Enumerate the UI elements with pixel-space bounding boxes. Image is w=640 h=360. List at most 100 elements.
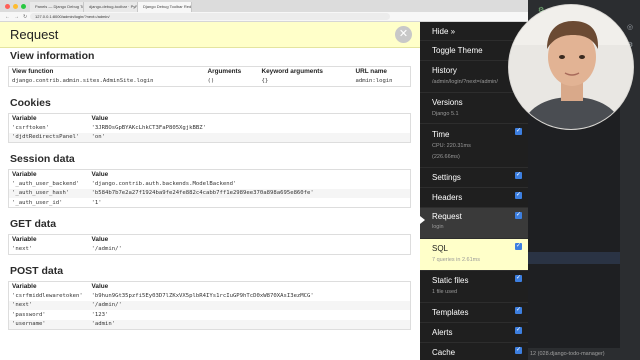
toolbar-versions[interactable]: Versions Django 5.1 xyxy=(420,93,528,124)
section-title-session: Session data xyxy=(10,152,75,165)
nav-buttons: ← → ↻ xyxy=(0,14,30,20)
maximize-window-icon[interactable] xyxy=(21,3,26,9)
tab-bar: Panels — Django Debug Toolbar django-deb… xyxy=(0,0,528,12)
table-cell: 'username' xyxy=(8,319,89,329)
toolbar-item-label: Alerts xyxy=(432,328,453,337)
checkbox-icon[interactable]: ✓ xyxy=(515,172,522,179)
section-title-post: POST data xyxy=(10,264,64,277)
table-cell: 'admin' xyxy=(88,319,411,329)
table-cell: '3JRBOsGpBYAKcLhkCT3FaP805XgjkBBZ' xyxy=(91,124,207,131)
reload-icon[interactable]: ↻ xyxy=(23,14,27,20)
cookies-table: Variable Value 'csrftoken' '3JRBOsGpBYAK… xyxy=(8,112,411,143)
checkbox-icon[interactable]: ✓ xyxy=(515,307,522,314)
table-cell: 'next' xyxy=(12,246,33,252)
ide-status-bar: 12 (028.django-todo-manager) xyxy=(528,348,640,360)
column-header: Variable xyxy=(12,282,37,290)
column-header: Keyword arguments xyxy=(261,68,323,76)
toolbar-cache[interactable]: Cache ✓ xyxy=(420,343,528,360)
notifications-icon[interactable]: ◎ xyxy=(627,23,633,31)
forward-icon[interactable]: → xyxy=(14,14,19,20)
column-header: Variable xyxy=(12,236,37,244)
toolbar-settings[interactable]: Settings ✓ xyxy=(420,168,528,188)
table-cell: '/admin/' xyxy=(91,246,122,252)
table-cell: '_auth_user_backend' xyxy=(12,180,80,187)
table-row: 'next' '/admin/' xyxy=(8,300,411,310)
table-row: 'password' '123' xyxy=(9,310,411,320)
toolbar-item-label: Templates xyxy=(432,308,469,317)
checkbox-icon[interactable]: ✓ xyxy=(515,192,522,199)
browser-window: Panels — Django Debug Toolbar django-deb… xyxy=(0,0,528,360)
column-header: Variable xyxy=(12,114,37,122)
post-data-table: Variable Value 'csrfmiddlewaretoken' 'b9… xyxy=(8,280,411,330)
table-header-row: Variable Value xyxy=(9,281,411,291)
toolbar-item-label: Static files xyxy=(432,276,469,285)
debug-panel-page: Request ✕ View information View function… xyxy=(0,22,420,360)
table-row: 'djdtRedirectsPanel' 'on' xyxy=(8,132,411,142)
active-arrow-icon xyxy=(420,216,425,224)
table-row: django.contrib.admin.sites.AdminSite.log… xyxy=(9,77,411,87)
checkbox-icon[interactable]: ✓ xyxy=(515,212,522,219)
view-info-table: View function Arguments Keyword argument… xyxy=(8,66,411,87)
toolbar-headers[interactable]: Headers ✓ xyxy=(420,188,528,208)
get-data-table: Variable Value 'next' '/admin/' xyxy=(8,234,411,255)
table-cell: 'on' xyxy=(88,132,411,142)
toolbar-static-files[interactable]: Static files 1 file used ✓ xyxy=(420,271,528,303)
column-header: Value xyxy=(91,236,109,244)
toolbar-hide[interactable]: Hide » xyxy=(420,22,528,41)
table-row: '_auth_user_backend' 'django.contrib.aut… xyxy=(9,179,411,189)
checkbox-icon[interactable]: ✓ xyxy=(515,347,522,354)
table-cell: 'next' xyxy=(8,300,89,310)
checkbox-icon[interactable]: ✓ xyxy=(515,327,522,334)
section-title-get: GET data xyxy=(10,218,57,230)
table-row: '_auth_user_id' '1' xyxy=(9,198,411,208)
table-cell: () xyxy=(207,78,215,84)
close-window-icon[interactable] xyxy=(5,3,10,9)
table-cell: 'b584b7b7e2a27f1924ba9fe24fe882c4cabb7ff… xyxy=(88,188,411,198)
browser-tab[interactable]: Panels — Django Debug Toolbar xyxy=(30,2,84,12)
toolbar-item-label: Request xyxy=(432,212,462,221)
window-controls xyxy=(0,3,30,9)
column-header: Value xyxy=(91,282,109,290)
table-row: '_auth_user_hash' 'b584b7b7e2a27f1924ba9… xyxy=(8,188,411,198)
screen: Panels — Django Debug Toolbar django-deb… xyxy=(0,0,640,360)
table-cell: 'django.contrib.auth.backends.ModelBacke… xyxy=(91,180,237,187)
toolbar-templates[interactable]: Templates ✓ xyxy=(420,303,528,323)
url-input[interactable]: 127.0.0.1:8000/admin/login/?next=/admin/ xyxy=(30,13,390,20)
browser-tab[interactable]: django-debug-toolbar · PyPI xyxy=(84,2,138,12)
toolbar-time[interactable]: Time CPU: 220.31ms (226.66ms) ✓ xyxy=(420,124,528,168)
minimize-window-icon[interactable] xyxy=(13,3,18,9)
browser-tab-active[interactable]: Django Debug Toolbar Redir... xyxy=(138,2,192,12)
toolbar-item-sub: 7 queries in 2.61ms xyxy=(432,257,480,263)
toolbar-sql[interactable]: SQL 7 queries in 2.61ms ✓ xyxy=(420,239,528,271)
table-cell: '/admin/' xyxy=(88,300,411,310)
section-title-view: View information xyxy=(10,50,95,62)
toolbar-item-label: Time xyxy=(432,130,450,139)
toolbar-item-sub: Django 5.1 xyxy=(432,111,459,117)
column-header: Variable xyxy=(12,170,37,178)
toolbar-item-label: Headers xyxy=(432,193,463,202)
toolbar-item-label: SQL xyxy=(432,244,449,253)
checkbox-icon[interactable]: ✓ xyxy=(515,243,522,250)
table-header-row: Variable Value xyxy=(9,169,411,179)
session-table: Variable Value '_auth_user_backend' 'dja… xyxy=(8,168,411,208)
table-cell: '_auth_user_hash' xyxy=(8,188,89,198)
toolbar-request[interactable]: Request login ✓ xyxy=(420,208,528,239)
table-cell: admin:login xyxy=(355,78,393,84)
column-header: Value xyxy=(91,170,109,178)
toolbar-alerts[interactable]: Alerts ✓ xyxy=(420,323,528,343)
table-cell: '123' xyxy=(91,311,109,318)
toolbar-item-sub: (226.66ms) xyxy=(432,154,460,160)
table-row: 'csrftoken' '3JRBOsGpBYAKcLhkCT3FaP805Xg… xyxy=(9,123,411,133)
toolbar-item-sub: CPU: 220.31ms xyxy=(432,143,471,149)
table-cell: '_auth_user_id' xyxy=(12,199,63,206)
address-bar-row: ← → ↻ 127.0.0.1:8000/admin/login/?next=/… xyxy=(0,12,528,22)
back-icon[interactable]: ← xyxy=(5,14,10,20)
checkbox-icon[interactable]: ✓ xyxy=(515,128,522,135)
checkbox-icon[interactable]: ✓ xyxy=(515,275,522,282)
toolbar-item-label: Cache xyxy=(432,348,456,357)
table-cell: 'csrfmiddlewaretoken' xyxy=(12,292,83,299)
table-header-row: Variable Value xyxy=(9,113,411,123)
toolbar-item-label: Versions xyxy=(432,98,463,107)
column-header: Value xyxy=(91,114,109,122)
column-header: URL name xyxy=(355,68,388,76)
